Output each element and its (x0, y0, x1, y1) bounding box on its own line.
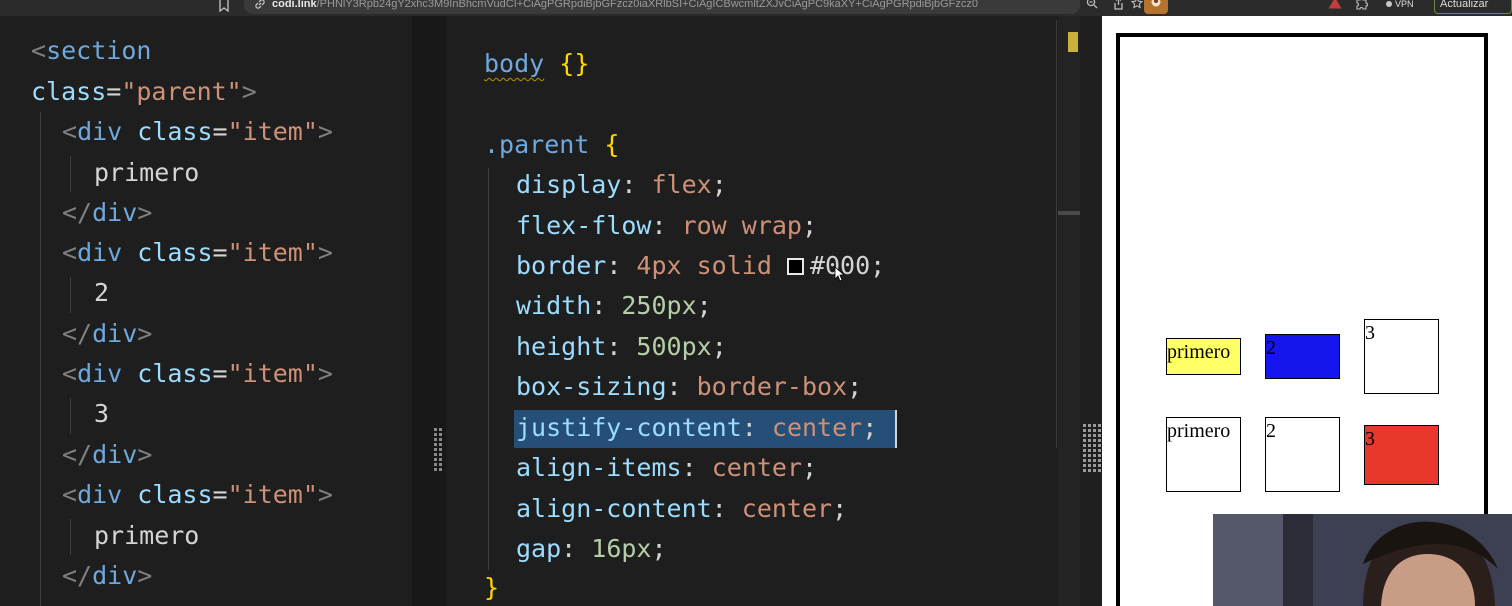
preview-item: 3 (1364, 319, 1439, 394)
code-line: display: flex; (516, 170, 727, 199)
code-line: align-items: center; (516, 453, 818, 482)
code-line: 2 (94, 278, 110, 307)
share-icon[interactable] (1113, 0, 1124, 10)
code-line: <div class="item"> (62, 238, 333, 267)
bookmark-icon[interactable] (219, 0, 229, 12)
puzzle-icon[interactable] (1355, 0, 1368, 10)
alert-icon[interactable] (1328, 0, 1342, 9)
url-host: codi.link (272, 0, 317, 10)
preview-item: 3 (1364, 425, 1439, 485)
url-path: /PHNlY3Rpb24gY2xhc3M9InBhcmVudCI+CiAgPGR… (316, 0, 979, 10)
indent-guide (70, 277, 71, 313)
code-line: </div> (62, 198, 153, 227)
scrollbar-thumb[interactable] (1058, 211, 1080, 215)
code-line: class="parent"> (31, 77, 257, 106)
code-line: <div class="item"> (62, 117, 333, 146)
preview-item: 2 (1265, 334, 1340, 379)
code-line: primero (94, 158, 200, 187)
code-line: 3 (94, 399, 110, 428)
preview-item: primero (1166, 417, 1241, 492)
vpn-label: VPN (1395, 0, 1414, 9)
vpn-status-dot (1386, 1, 1392, 7)
html-editor[interactable]: <section class="parent"> <div class="ite… (0, 16, 412, 606)
indent-guide (70, 156, 71, 192)
url-text[interactable]: codi.link/PHNlY3Rpb24gY2xhc3M9InBhcmVudC… (272, 0, 1072, 12)
extension-avatar-icon[interactable] (1149, 0, 1163, 10)
vpn-badge[interactable]: VPN (1386, 0, 1414, 12)
code-line: <section (31, 36, 152, 65)
code-line: height: 500px; (516, 332, 727, 361)
pane-divider[interactable] (412, 16, 446, 606)
indent-guide (488, 168, 489, 570)
code-line: </div> (62, 440, 153, 469)
code-line: border: 4px solid #000; (516, 251, 886, 280)
preview-item: primero (1166, 338, 1241, 375)
code-line: gap: 16px; (516, 534, 667, 563)
update-button[interactable]: Actualizar (1434, 0, 1512, 14)
drag-handle-icon[interactable] (433, 428, 443, 472)
code-line: body {} (484, 49, 590, 78)
webcam-image (1213, 514, 1512, 606)
editor-scrollbar[interactable] (1058, 16, 1080, 606)
code-line: } (484, 573, 500, 602)
code-line: width: 250px; (516, 291, 712, 320)
indent-guide (70, 398, 71, 434)
drag-handle-icon[interactable] (1082, 424, 1102, 472)
preview-item: 2 (1265, 417, 1340, 492)
webcam-overlay (1213, 514, 1512, 606)
indent-guide (40, 112, 41, 606)
selector-parent: .parent (484, 130, 590, 159)
code-line: </div> (62, 319, 153, 348)
code-line: box-sizing: border-box; (516, 372, 863, 401)
css-editor[interactable]: body {} .parent { display: flex; flex-fl… (446, 16, 1058, 606)
code-line: <div class="item"> (62, 480, 333, 509)
color-swatch[interactable] (786, 258, 804, 275)
link-icon (255, 0, 265, 9)
code-line: primero (94, 521, 200, 550)
code-line: <div class="item"> (62, 359, 333, 388)
text-caret (895, 410, 897, 448)
star-icon[interactable] (1131, 0, 1143, 9)
code-line: .parent { (484, 130, 620, 159)
indent-guide (70, 519, 71, 555)
code-line: </div> (62, 561, 153, 590)
code-line-selected: justify-content: center; (516, 413, 878, 442)
code-line: flex-flow: row wrap; (516, 211, 818, 240)
code-line: align-content: center; (516, 494, 848, 523)
scrollbar-marker (1068, 32, 1078, 52)
scrollbar-edge (1056, 20, 1057, 448)
zoom-icon[interactable] (1086, 0, 1098, 9)
mouse-cursor-icon (834, 266, 844, 282)
selector-body: body (484, 49, 545, 78)
